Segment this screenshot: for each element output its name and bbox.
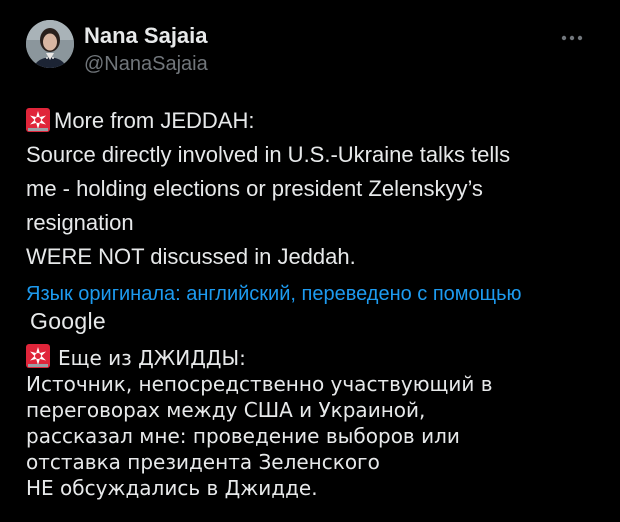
avatar[interactable]	[26, 20, 74, 68]
translated-line-1-text: Еще из ДЖИДДЫ:	[58, 346, 246, 370]
translated-text: Еще из ДЖИДДЫ: Источник, непосредственно…	[26, 344, 596, 501]
avatar-photo	[26, 20, 74, 68]
translation-source-link[interactable]: Язык оригинала: английский, переведено с…	[26, 280, 586, 308]
siren-icon	[26, 108, 50, 132]
tweet-text: More from JEDDAH: Source directly involv…	[26, 104, 596, 274]
tweet-card: Nana Sajaia @NanaSajaia More from JEDDAH…	[0, 0, 620, 522]
translated-line-3: переговорах между США и Украиной,	[26, 398, 426, 422]
author-display-name[interactable]: Nana Sajaia	[84, 22, 208, 50]
translated-line-6: НЕ обсуждались в Джидде.	[26, 476, 318, 500]
translated-line-5: отставка президента Зеленского	[26, 450, 380, 474]
siren-icon	[26, 344, 50, 368]
translated-line-2: Источник, непосредственно участвующий в	[26, 372, 493, 396]
translated-line-4: рассказал мне: проведение выборов или	[26, 424, 460, 448]
tweet-line-3: me - holding elections or president Zele…	[26, 176, 483, 201]
tweet-line-1-text: More from JEDDAH:	[54, 108, 255, 133]
tweet-line-4: resignation	[26, 210, 134, 235]
author-handle[interactable]: @NanaSajaia	[84, 50, 208, 78]
tweet-line-1: More from JEDDAH:	[26, 104, 596, 138]
tweet-line-5: WERE NOT discussed in Jeddah.	[26, 244, 356, 269]
tweet-header: Nana Sajaia @NanaSajaia	[26, 20, 596, 84]
tweet-line-2: Source directly involved in U.S.-Ukraine…	[26, 142, 511, 167]
author-names: Nana Sajaia @NanaSajaia	[84, 22, 208, 78]
ellipsis-icon	[561, 35, 583, 41]
more-options-button[interactable]	[556, 26, 588, 50]
google-translate-logo: Google	[30, 308, 106, 334]
translated-line-1: Еще из ДЖИДДЫ:	[26, 344, 596, 371]
